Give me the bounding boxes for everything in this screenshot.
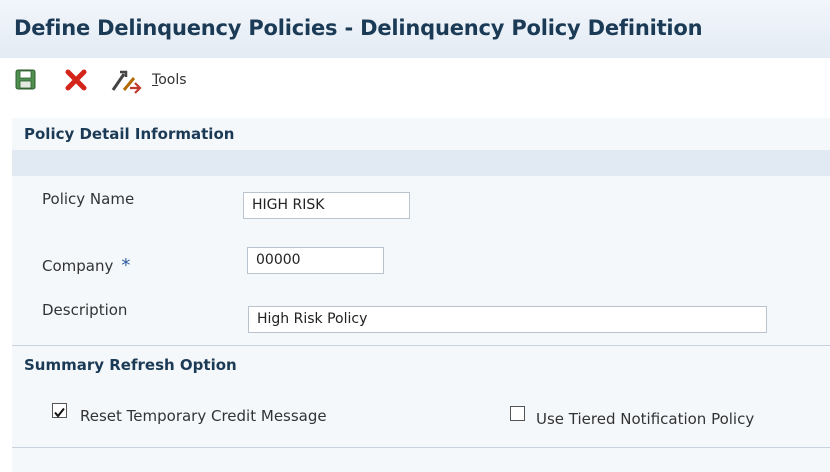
company-label: Company * bbox=[42, 255, 130, 276]
title-bar: Define Delinquency Policies - Delinquenc… bbox=[0, 0, 830, 58]
page-title: Define Delinquency Policies - Delinquenc… bbox=[14, 16, 703, 40]
company-label-text: Company bbox=[42, 257, 114, 275]
reset-temp-credit-checkbox[interactable] bbox=[52, 403, 67, 418]
floppy-disk-icon bbox=[15, 69, 36, 90]
reset-temp-credit-label: Reset Temporary Credit Message bbox=[80, 407, 327, 425]
policy-detail-heading: Policy Detail Information bbox=[24, 125, 235, 143]
checkmark-icon bbox=[54, 407, 65, 418]
description-field[interactable]: High Risk Policy bbox=[248, 306, 767, 333]
section-band bbox=[12, 150, 830, 176]
save-button[interactable] bbox=[14, 68, 38, 92]
tools-menu-label[interactable]: Tools bbox=[152, 72, 187, 88]
summary-refresh-heading: Summary Refresh Option bbox=[24, 356, 237, 374]
company-field[interactable]: 00000 bbox=[247, 247, 384, 274]
divider bbox=[12, 345, 830, 346]
policy-name-label: Policy Name bbox=[42, 190, 135, 208]
policy-name-field[interactable]: HIGH RISK bbox=[243, 192, 410, 219]
tools-button[interactable] bbox=[110, 68, 146, 94]
cancel-button[interactable] bbox=[64, 68, 88, 92]
close-icon bbox=[65, 69, 87, 91]
tiered-notification-checkbox[interactable] bbox=[510, 406, 525, 421]
tools-icon bbox=[111, 70, 142, 94]
tiered-notification-label: Use Tiered Notification Policy bbox=[536, 410, 755, 428]
required-marker: * bbox=[121, 255, 131, 276]
toolbar: Tools bbox=[0, 58, 830, 104]
divider bbox=[12, 447, 830, 448]
tools-label-rest: ools bbox=[158, 72, 187, 88]
description-label: Description bbox=[42, 301, 128, 319]
